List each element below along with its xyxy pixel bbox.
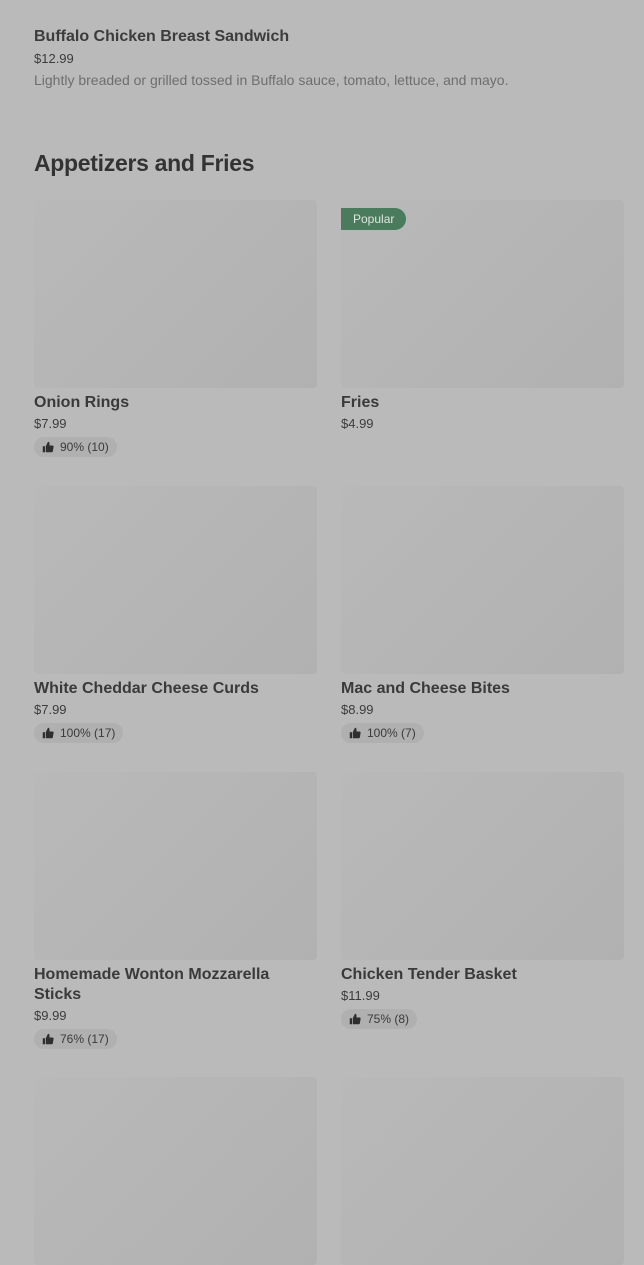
item-name: Homemade Wonton Mozzarella Sticks [34, 966, 270, 1003]
menu-item-card[interactable]: Mac and Cheese Bites $8.99 100% (7) [341, 486, 624, 744]
menu-item-card[interactable] [34, 1077, 317, 1265]
item-price: $8.99 [341, 702, 374, 717]
menu-item-card[interactable] [341, 1077, 624, 1265]
menu-item-card[interactable]: Onion Rings $7.99 90% (10) [34, 200, 317, 458]
item-price: $11.99 [341, 988, 380, 1003]
rating-badge: 100% (7) [341, 723, 424, 743]
item-image [341, 772, 624, 960]
rating-text: 100% (7) [367, 726, 416, 740]
popular-badge: Popular [341, 208, 407, 230]
item-image [341, 486, 624, 674]
item-image [34, 486, 317, 674]
item-image [34, 200, 317, 388]
rating-text: 90% (10) [60, 440, 109, 454]
thumbs-up-icon [42, 441, 54, 453]
item-name: White Cheddar Cheese Curds [34, 680, 259, 697]
menu-item-card[interactable]: Chicken Tender Basket $11.99 75% (8) [341, 772, 624, 1030]
menu-item-buffalo-chicken[interactable]: Buffalo Chicken Breast Sandwich $12.99 L… [34, 26, 624, 88]
rating-badge: 76% (17) [34, 1029, 117, 1049]
rating-badge: 90% (10) [34, 437, 117, 457]
section-title: Appetizers and Fries [34, 150, 255, 176]
item-image [34, 772, 317, 960]
item-image [341, 1077, 624, 1265]
thumbs-up-icon [42, 727, 54, 739]
item-price: $9.99 [34, 1008, 67, 1023]
menu-item-card[interactable]: White Cheddar Cheese Curds $7.99 100% (1… [34, 486, 317, 744]
item-price: $4.99 [341, 416, 374, 431]
thumbs-up-icon [349, 1013, 361, 1025]
item-image [34, 1077, 317, 1265]
item-name: Onion Rings [34, 394, 130, 411]
item-image: Popular [341, 200, 624, 388]
item-name: Mac and Cheese Bites [341, 680, 510, 697]
item-name: Fries [341, 394, 380, 411]
item-name: Chicken Tender Basket [341, 966, 517, 983]
menu-item-card[interactable]: Homemade Wonton Mozzarella Sticks $9.99 … [34, 772, 317, 1050]
rating-text: 75% (8) [367, 1012, 410, 1026]
menu-item-card[interactable]: Popular Fries $4.99 [341, 200, 624, 431]
item-price: $7.99 [34, 416, 67, 431]
item-description: Lightly breaded or grilled tossed in Buf… [34, 72, 509, 88]
item-name: Buffalo Chicken Breast Sandwich [34, 28, 290, 45]
rating-text: 76% (17) [60, 1032, 109, 1046]
thumbs-up-icon [42, 1033, 54, 1045]
item-price: $7.99 [34, 702, 67, 717]
rating-badge: 75% (8) [341, 1009, 418, 1029]
item-price: $12.99 [34, 51, 74, 66]
rating-text: 100% (17) [60, 726, 116, 740]
rating-badge: 100% (17) [34, 723, 124, 743]
thumbs-up-icon [349, 727, 361, 739]
